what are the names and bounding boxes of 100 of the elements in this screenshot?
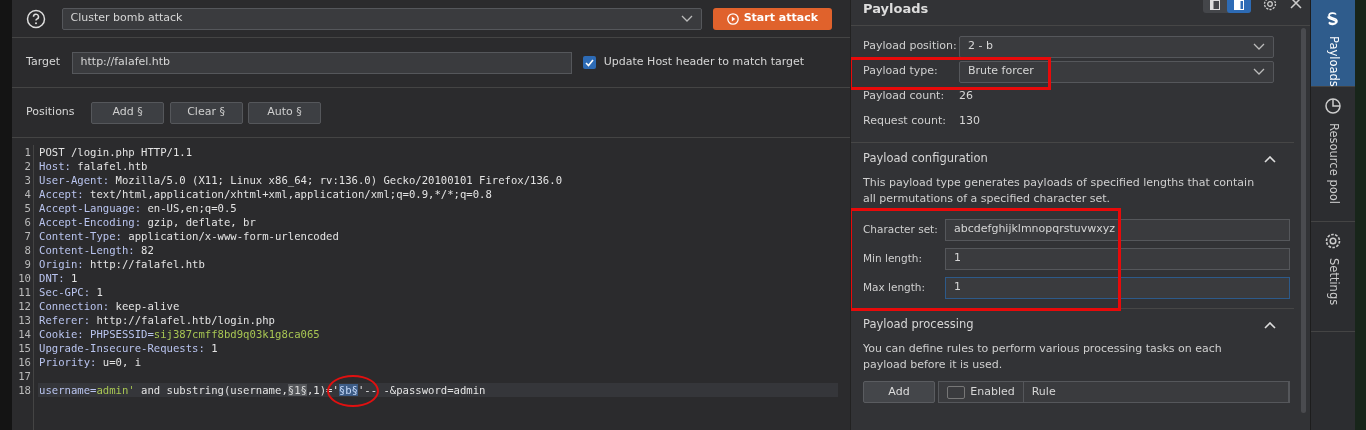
section-description: This payload type generates payloads of specified lengths that contain all permutations of a specified character set. <box>862 175 1256 207</box>
line-number: 11 <box>17 285 31 299</box>
dropdown[interactable]: 2 - b <box>959 35 1274 58</box>
add-button[interactable]: Add <box>863 381 935 403</box>
line-number: 18 <box>17 383 31 397</box>
request-text: en-US,en;q=0.5 <box>146 202 237 214</box>
request-text: falafel.htb <box>76 160 148 172</box>
field-value: 130 <box>959 113 980 130</box>
line-number: 10 <box>17 271 31 285</box>
right-pane-icon <box>1234 0 1244 10</box>
input-field[interactable]: 1 <box>945 247 1290 270</box>
header-name: Priority: <box>39 356 97 368</box>
request-text: 82 <box>140 244 154 256</box>
column-header: Enabled <box>970 383 1015 400</box>
settings-icon <box>1324 232 1342 250</box>
line-number: 5 <box>23 201 31 215</box>
field-label: Max length: <box>863 279 927 295</box>
line-number: 16 <box>17 355 31 369</box>
target-label: Target <box>26 54 61 71</box>
line-number: 1 <box>23 145 31 159</box>
request-text: POST /login.php HTTP/1.1 <box>39 146 193 158</box>
help-icon[interactable] <box>26 8 46 29</box>
line-number: 2 <box>23 159 31 173</box>
position-button[interactable]: Add § <box>91 101 165 124</box>
header-name: Content-Length: <box>39 244 135 256</box>
line-number: 14 <box>17 327 31 341</box>
chevron-up-icon[interactable] <box>1264 155 1276 163</box>
request-text: and substring(username, <box>140 384 288 396</box>
start-attack-button[interactable]: Start attack <box>712 7 832 30</box>
scrollbar[interactable] <box>1301 28 1306 413</box>
header-name: Connection: <box>39 300 110 312</box>
close-icon[interactable] <box>1290 0 1302 9</box>
header-name: Host: <box>39 160 71 172</box>
request-text: '-- -&password=admin <box>357 384 486 396</box>
request-text: gzip, deflate, br <box>146 216 256 228</box>
chevron-down-icon <box>1253 68 1265 75</box>
payload-marker[interactable]: §1§ <box>287 384 307 396</box>
layout-toggle[interactable] <box>1227 0 1251 13</box>
field-label: Payload position: <box>863 38 958 55</box>
header-name: User-Agent: <box>39 174 110 186</box>
line-number: 4 <box>23 187 31 201</box>
parameter-value: admin' <box>96 384 135 396</box>
header-name: Accept-Encoding: <box>39 216 142 228</box>
check-icon <box>584 58 594 67</box>
request-text: 1 <box>69 272 78 284</box>
line-number: 13 <box>17 313 31 327</box>
request-text: http://falafel.htb <box>89 258 205 270</box>
position-button[interactable]: Auto § <box>248 101 322 124</box>
pie-chart-icon <box>1324 97 1342 115</box>
input-field[interactable]: abcdefghijklmnopqrstuvwxyz <box>945 218 1290 241</box>
checkbox[interactable] <box>946 385 965 399</box>
line-number: 12 <box>17 299 31 313</box>
line-number: 17 <box>17 369 31 383</box>
line-number: 15 <box>17 341 31 355</box>
column-header: Rule <box>1031 383 1056 400</box>
request-text: keep-alive <box>114 300 180 312</box>
target-field[interactable]: http://falafel.htb <box>71 51 572 74</box>
payload-marker[interactable]: §b§ <box>338 384 358 396</box>
section-title: Payload processing <box>863 316 974 334</box>
header-name: Referer: <box>39 314 91 326</box>
input-field[interactable]: 1 <box>945 276 1290 299</box>
header-name: Origin: <box>39 258 84 270</box>
section-title: Payload configuration <box>863 150 988 168</box>
position-button[interactable]: Clear § <box>169 101 243 124</box>
header-name: Upgrade-Insecure-Requests: <box>39 342 205 354</box>
chevron-up-icon[interactable] <box>1264 321 1276 329</box>
line-number: 9 <box>23 257 31 271</box>
attack-type-dropdown[interactable]: Cluster bomb attack <box>61 7 702 30</box>
line-number: 3 <box>23 173 31 187</box>
chevron-down-icon <box>1253 43 1265 50</box>
request-text: 1 <box>210 342 218 354</box>
checkbox[interactable] <box>582 56 596 69</box>
left-pane-icon <box>1210 0 1220 10</box>
field-label: Character set: <box>863 221 939 237</box>
header-name: Sec-GPC: <box>39 286 91 298</box>
request-text: application/x-www-form-urlencoded <box>127 230 339 242</box>
header-name: Cookie: <box>39 328 84 340</box>
settings-icon[interactable] <box>1262 0 1278 11</box>
request-text: Mozilla/5.0 (X11; Linux x86_64; rv:136.0) Gecko/20100101 Firefox/136.0 <box>114 174 562 186</box>
positions-label: Positions <box>26 104 75 121</box>
section-description: You can define rules to perform various processing tasks on each payload before it is used. <box>862 341 1223 373</box>
checkbox-label: Update Host header to match target <box>603 54 805 71</box>
dropdown[interactable]: Brute forcer <box>959 60 1274 83</box>
header-name: DNT: <box>39 272 65 284</box>
play-icon <box>726 12 739 25</box>
side-tab[interactable]: Payloads <box>1311 0 1355 87</box>
header-name: Accept: <box>39 188 84 200</box>
field-label: Payload count: <box>863 88 946 105</box>
field-value: 26 <box>959 88 973 105</box>
request-text: text/html,application/xhtml+xml,application/xml;q=0.9,*/*;q=0.8 <box>89 188 492 200</box>
header-name: PHPSESSID= <box>89 328 154 340</box>
header-name: username= <box>39 384 97 396</box>
request-text: http://falafel.htb/login.php <box>95 314 275 326</box>
chevron-down-icon <box>680 15 693 22</box>
header-name: Accept-Language: <box>39 202 142 214</box>
parameter-value: sij387cmff8bd9q03k1g8ca065 <box>153 328 320 340</box>
line-number: 6 <box>23 215 31 229</box>
field-label: Request count: <box>863 113 947 130</box>
header-name: Content-Type: <box>39 230 122 242</box>
line-number: 7 <box>23 229 31 243</box>
